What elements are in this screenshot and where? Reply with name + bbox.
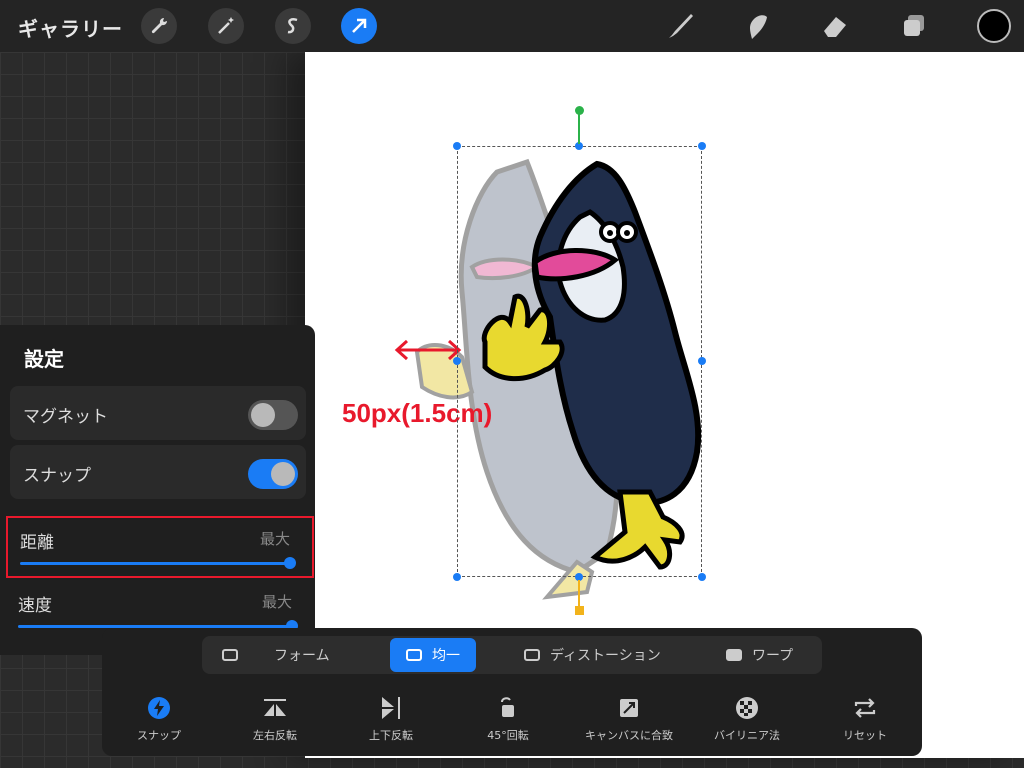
fit-to-canvas-icon	[620, 699, 638, 717]
top-toolbar: ギャラリー	[0, 0, 1024, 52]
handle-middle-right[interactable]	[698, 357, 706, 365]
uniform-icon	[406, 649, 422, 661]
mode-warp[interactable]: ワープ	[726, 638, 793, 672]
distance-slider-row: 距離 最大	[6, 516, 314, 578]
snap-row: スナップ	[10, 445, 306, 499]
magic-wand-icon	[218, 17, 234, 34]
handle-top-left[interactable]	[453, 142, 461, 150]
pivot-handle[interactable]	[575, 606, 584, 615]
brush-button[interactable]	[664, 10, 696, 42]
rotate-icon	[501, 697, 514, 717]
distance-label: 距離	[20, 533, 54, 553]
gallery-button[interactable]: ギャラリー	[18, 13, 123, 42]
transform-toolbar: フォーム 均一 ディストーション ワープ スナップ 左右反転 上下反転 45°回…	[102, 628, 922, 756]
handle-bottom-right[interactable]	[698, 573, 706, 581]
mode-uniform[interactable]: 均一	[390, 638, 476, 672]
distance-slider-thumb[interactable]	[284, 557, 296, 569]
mode-distort[interactable]: ディストーション	[524, 638, 661, 672]
distance-value: 最大	[259, 530, 290, 548]
wrench-icon	[151, 17, 168, 34]
smudge-icon	[750, 15, 767, 39]
warp-icon	[726, 649, 742, 661]
color-picker-button[interactable]	[977, 9, 1011, 43]
transform-arrow-icon	[352, 18, 367, 33]
transform-bounding-box[interactable]	[457, 146, 702, 577]
rotate-handle[interactable]	[575, 106, 584, 115]
fit-to-canvas-button[interactable]: キャンバスに合致	[574, 694, 684, 743]
rotate-45-button[interactable]: 45°回転	[453, 694, 563, 743]
reset-arrows-icon	[854, 698, 876, 718]
freeform-icon	[222, 649, 238, 661]
layers-button[interactable]	[898, 10, 930, 42]
smudge-button[interactable]	[741, 10, 773, 42]
speed-label: 速度	[18, 596, 52, 616]
selection-button[interactable]	[275, 8, 311, 44]
snap-label: スナップ	[23, 466, 91, 486]
snap-tool-button[interactable]: スナップ	[104, 694, 214, 743]
flip-vertical-button[interactable]: 上下反転	[336, 694, 446, 743]
popover-pointer	[148, 655, 166, 665]
handle-top-right[interactable]	[698, 142, 706, 150]
snap-lightning-icon	[148, 697, 170, 719]
flip-vertical-icon	[382, 697, 400, 719]
distort-icon	[524, 649, 540, 661]
handle-middle-left[interactable]	[453, 357, 461, 365]
layers-icon	[904, 15, 924, 36]
adjustments-button[interactable]	[208, 8, 244, 44]
magnet-toggle[interactable]	[248, 400, 298, 430]
snap-toggle[interactable]	[248, 459, 298, 489]
transform-mode-segmented-control: フォーム 均一 ディストーション ワープ	[202, 636, 822, 674]
reset-button[interactable]: リセット	[810, 694, 920, 743]
transform-button[interactable]	[341, 8, 377, 44]
settings-title: 設定	[24, 347, 64, 371]
magnet-row: マグネット	[10, 386, 306, 440]
handle-bottom-left[interactable]	[453, 573, 461, 581]
rotate-handle-line	[578, 112, 580, 144]
mode-freeform[interactable]: フォーム	[222, 638, 330, 672]
magnet-label: マグネット	[23, 407, 108, 427]
speed-value: 最大	[261, 593, 292, 611]
distance-slider-track[interactable]	[20, 562, 292, 565]
flip-horizontal-button[interactable]: 左右反転	[220, 694, 330, 743]
eraser-button[interactable]	[819, 10, 851, 42]
brush-icon	[669, 14, 693, 38]
selection-s-icon	[287, 18, 298, 34]
flip-horizontal-icon	[264, 699, 286, 716]
bilinear-button[interactable]: バイリニア法	[692, 694, 802, 743]
eraser-icon	[824, 17, 846, 37]
bilinear-checker-icon	[736, 697, 758, 719]
actions-button[interactable]	[141, 8, 177, 44]
pivot-handle-line	[578, 580, 580, 608]
snap-settings-panel: 設定 マグネット スナップ 距離 最大 速度 最大	[0, 325, 315, 655]
